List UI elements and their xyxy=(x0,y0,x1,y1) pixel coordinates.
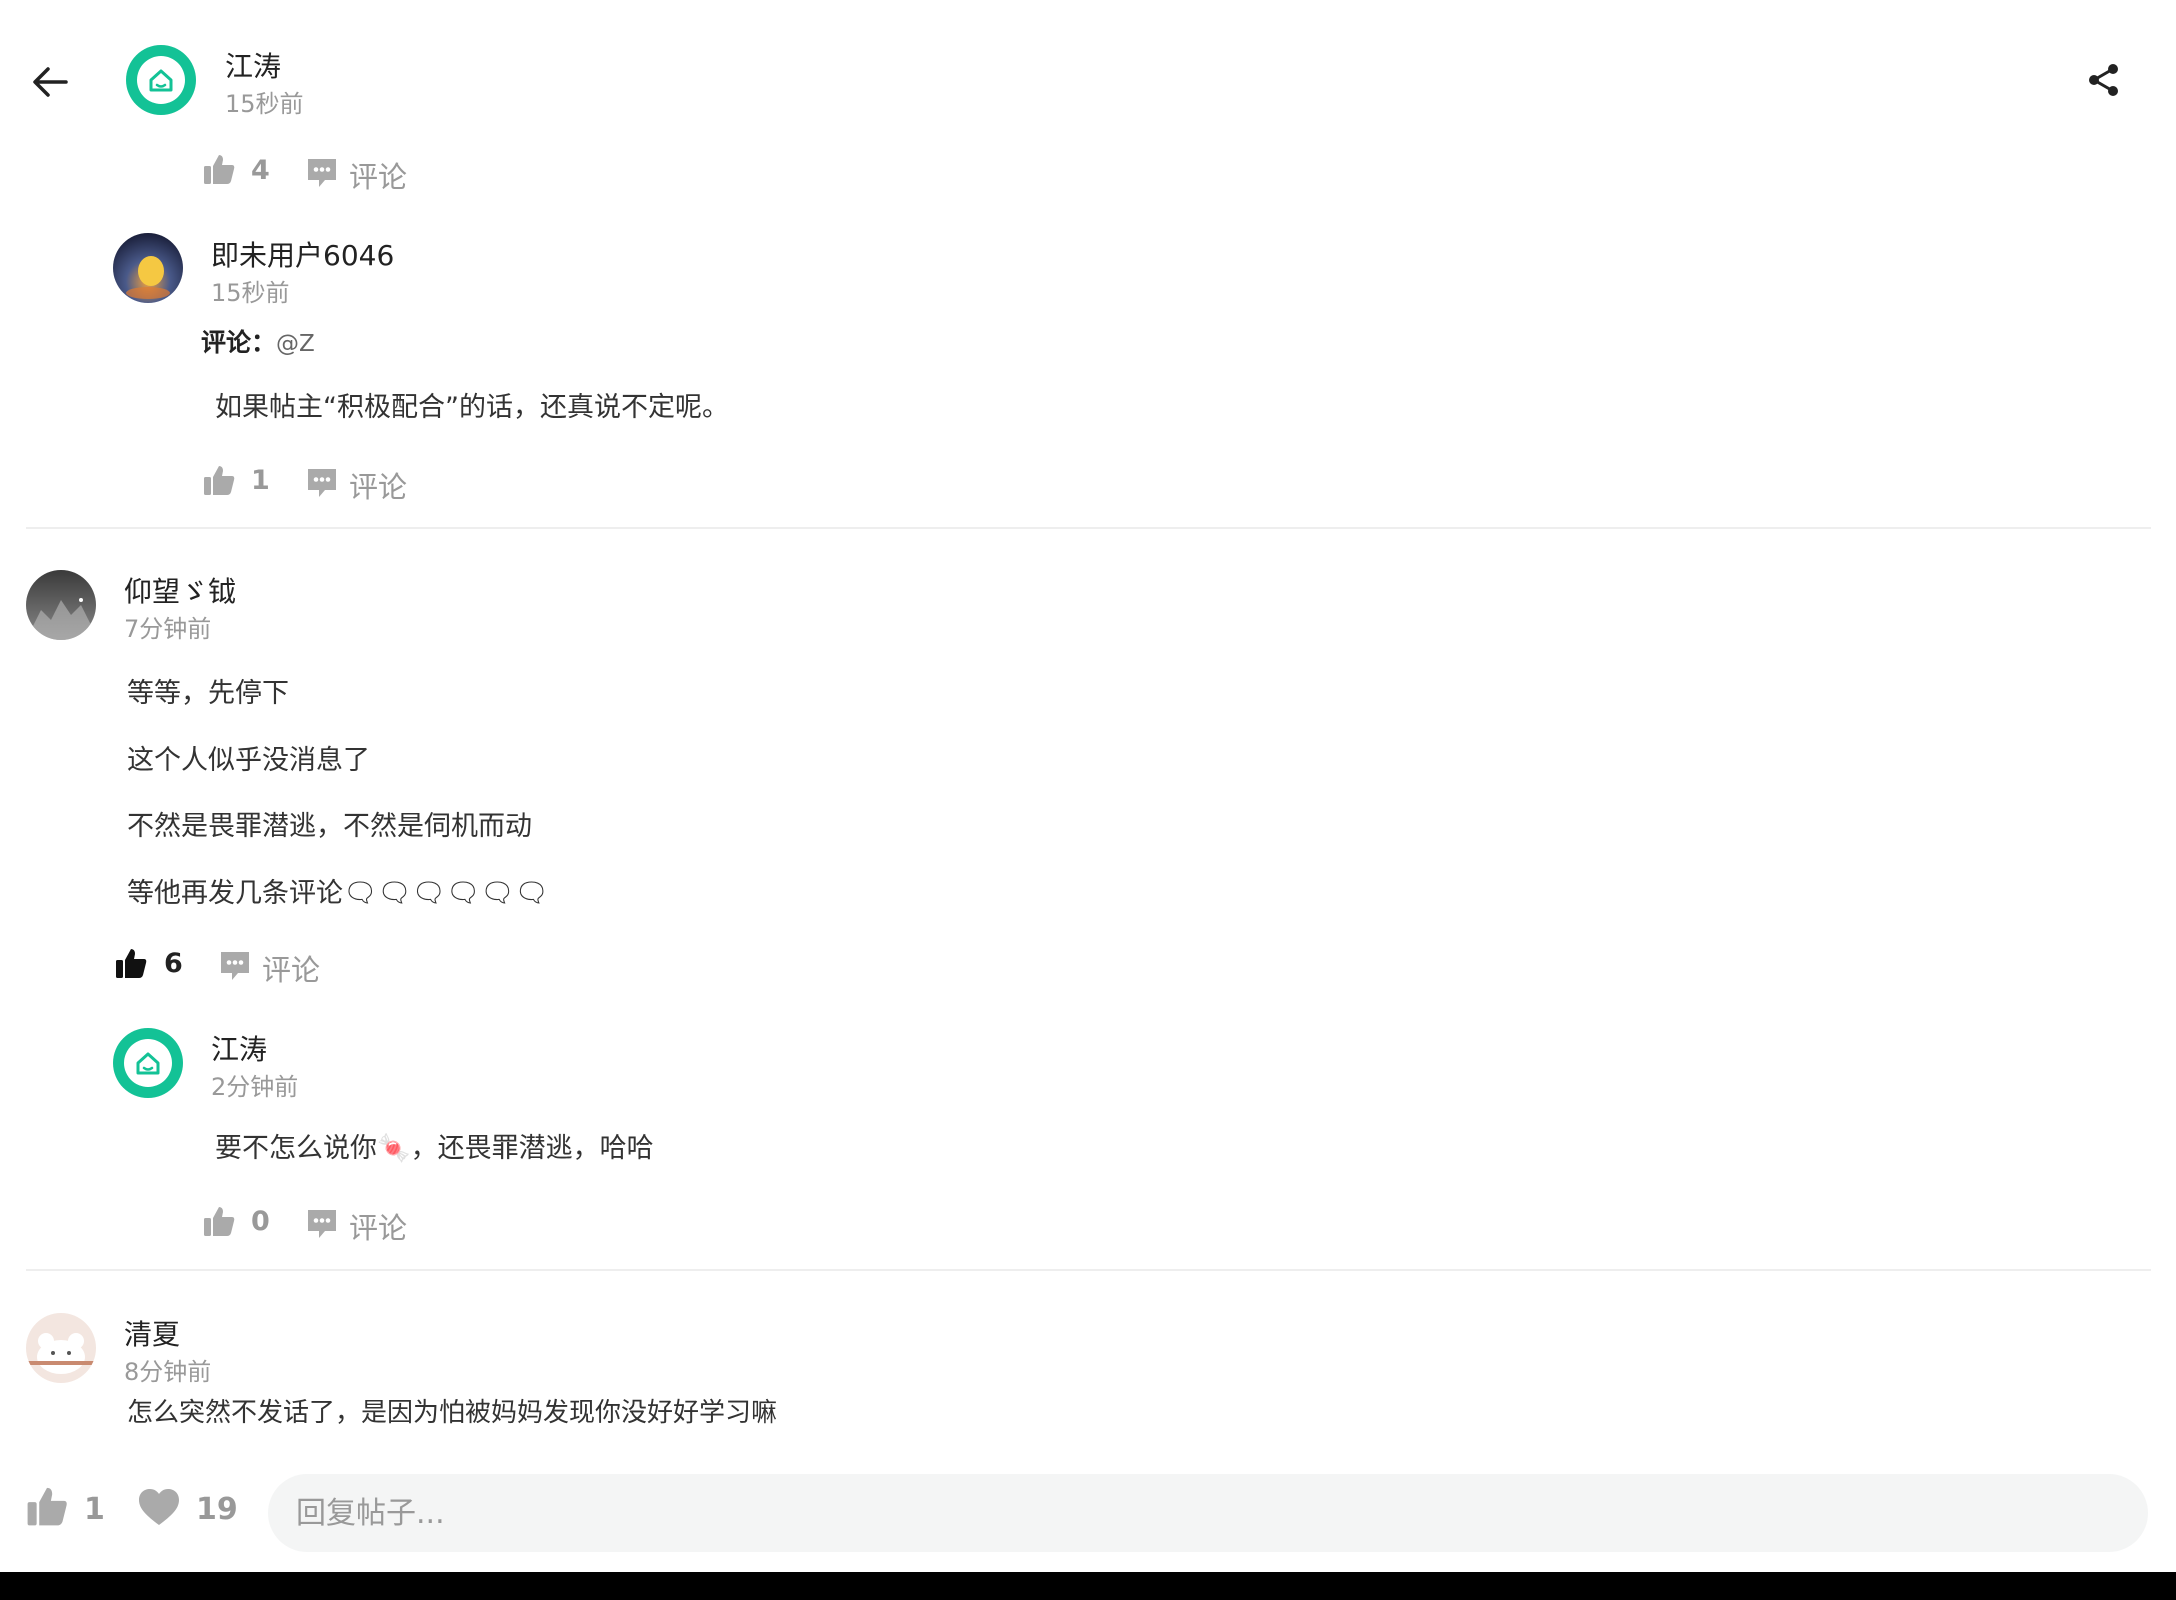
avatar[interactable] xyxy=(26,570,96,640)
reply-bar[interactable] xyxy=(268,1474,2148,1552)
comment-label[interactable]: 评论 xyxy=(349,154,407,196)
comment-label[interactable]: 评论 xyxy=(262,947,320,989)
favorite-button[interactable] xyxy=(137,1487,181,1527)
reply-time: 2分钟前 xyxy=(211,1073,299,1101)
divider xyxy=(26,1269,2151,1271)
like-button[interactable] xyxy=(202,1204,236,1238)
comment-line: 等他再发几条评论🗨🗨🗨🗨🗨🗨 xyxy=(127,878,549,909)
arrow-left-icon xyxy=(33,67,68,97)
like-button[interactable] xyxy=(114,946,148,980)
like-count: 6 xyxy=(164,948,183,979)
comment-bubble-icon xyxy=(221,952,249,980)
divider xyxy=(26,527,2151,529)
reply-text: 如果帖主“积极配合”的话，还真说不定呢。 xyxy=(215,392,729,423)
avatar[interactable] xyxy=(113,1028,183,1098)
comment-bubble-icon xyxy=(308,469,336,497)
like-count: 1 xyxy=(251,465,270,496)
comment-time: 7分钟前 xyxy=(124,615,212,643)
back-button[interactable] xyxy=(30,62,70,102)
thumbs-up-icon xyxy=(204,466,235,495)
comment-label[interactable]: 评论 xyxy=(349,464,407,506)
comment-author-name[interactable]: 仰望ゞ钺 xyxy=(124,570,236,610)
comment-label[interactable]: 评论 xyxy=(349,1205,407,1247)
comment-line: 不然是畏罪潜逃，不然是伺机而动 xyxy=(127,811,532,842)
avatar[interactable] xyxy=(26,1313,96,1383)
comment-button[interactable] xyxy=(305,1207,339,1241)
comment-button[interactable] xyxy=(305,466,339,500)
reply-author-name[interactable]: 即未用户6046 xyxy=(211,234,394,274)
system-nav-bar xyxy=(0,1572,2176,1600)
like-count: 0 xyxy=(251,1206,270,1237)
comment-button[interactable] xyxy=(218,949,252,983)
favorite-count: 19 xyxy=(196,1492,238,1527)
thumbs-up-icon xyxy=(27,1487,67,1526)
reply-input[interactable] xyxy=(296,1474,2116,1552)
avatar-image xyxy=(26,570,96,640)
comment-line: 这个人似乎没消息了 xyxy=(127,745,370,776)
comment-bubble-icon xyxy=(308,159,336,187)
like-button[interactable] xyxy=(202,463,236,497)
avatar[interactable] xyxy=(113,233,183,303)
comment-author-name[interactable]: 清夏 xyxy=(124,1313,180,1353)
reply-header: 评论：@Z xyxy=(201,323,315,359)
avatar-image xyxy=(26,1313,96,1383)
like-count: 4 xyxy=(251,155,270,186)
author-time: 15秒前 xyxy=(225,90,304,118)
avatar-image xyxy=(113,233,183,303)
like-button[interactable] xyxy=(202,152,236,186)
reply-prefix: 评论： xyxy=(201,328,277,357)
post-like-count: 1 xyxy=(84,1492,105,1527)
reply-author-name[interactable]: 江涛 xyxy=(211,1028,267,1068)
thumbs-up-icon xyxy=(116,949,147,978)
comment-bubble-icon xyxy=(308,1210,336,1238)
author-name[interactable]: 江涛 xyxy=(225,45,281,85)
home-icon xyxy=(136,1052,160,1075)
post-like-button[interactable] xyxy=(25,1484,69,1528)
reply-text: 要不怎么说你🍬，还畏罪潜逃，哈哈 xyxy=(215,1133,654,1164)
share-button[interactable] xyxy=(2086,62,2122,98)
comment-time: 8分钟前 xyxy=(124,1358,212,1386)
reply-time: 15秒前 xyxy=(211,279,290,307)
author-avatar[interactable] xyxy=(126,45,196,115)
comment-text: 怎么突然不发话了，是因为怕被妈妈发现你没好好学习嘛 xyxy=(127,1398,778,1428)
thumbs-up-icon xyxy=(204,1207,235,1236)
thumbs-up-icon xyxy=(204,155,235,184)
share-icon xyxy=(2089,64,2118,96)
home-icon xyxy=(149,69,173,92)
comment-line: 等等，先停下 xyxy=(127,678,289,709)
comment-button[interactable] xyxy=(305,156,339,190)
reply-target[interactable]: @Z xyxy=(276,331,315,357)
heart-icon xyxy=(139,1489,179,1525)
